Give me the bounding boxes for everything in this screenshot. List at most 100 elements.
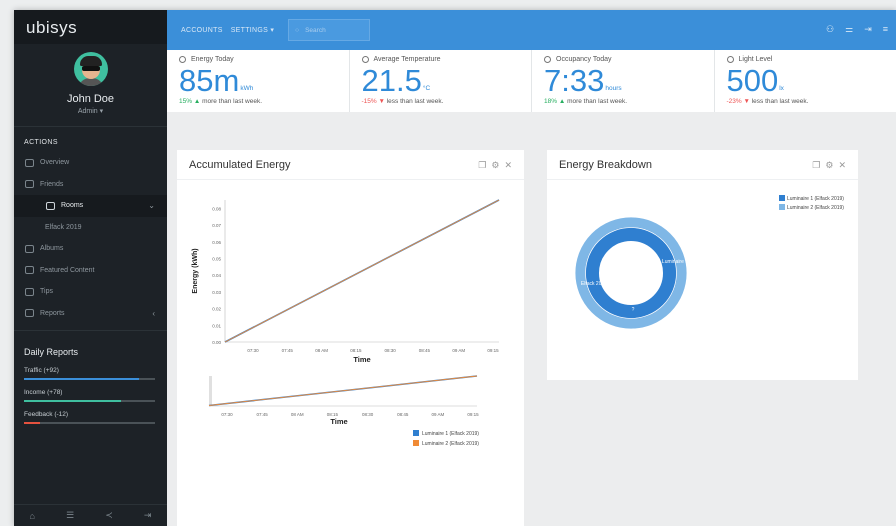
report-progress-fill xyxy=(24,400,121,402)
accumulated-energy-panel: Accumulated Energy ❐ ⚙ ✕ 0.00 0.01 0.02 0.0… xyxy=(177,150,524,526)
y-tick-label: 0.07 xyxy=(212,223,221,228)
donut-ring-2 xyxy=(585,227,677,319)
stat-title: Energy Today xyxy=(191,56,234,63)
daily-reports-heading: Daily Reports xyxy=(14,330,167,367)
y-tick-label: 0.00 xyxy=(212,340,221,345)
stat-value: 7:33 xyxy=(544,63,605,98)
report-progress-track xyxy=(24,378,155,380)
report-item[interactable]: Income (+78) xyxy=(14,389,167,402)
search-input[interactable]: ○ Search xyxy=(288,19,371,41)
logout-icon[interactable]: ⇥ xyxy=(144,510,152,521)
close-icon[interactable]: ✕ xyxy=(504,160,512,171)
report-progress-fill xyxy=(24,422,40,424)
stat-value: 85m xyxy=(179,63,240,98)
stat-comparison: more than last week. xyxy=(567,98,628,105)
logout-icon[interactable]: ⇥ xyxy=(864,24,872,35)
sidebar-item-label: Reports xyxy=(40,309,65,317)
overview-x-tick-label: 08:30 xyxy=(362,412,374,417)
series-line-2 xyxy=(224,199,500,343)
brand-logo[interactable]: ubisys xyxy=(14,10,167,44)
sidebar-item-reports[interactable]: Reports ‹ xyxy=(14,303,167,325)
report-label: Income (+78) xyxy=(24,389,63,396)
actions-heading: ACTIONS xyxy=(14,126,167,152)
stat-comparison: more than last week. xyxy=(202,98,263,105)
y-tick-label: 0.04 xyxy=(212,273,221,278)
sidebar-item-label: Albums xyxy=(40,245,64,253)
overview-x-tick-label: 09 AM xyxy=(431,412,444,417)
album-icon xyxy=(25,244,34,253)
stat-unit: lx xyxy=(779,85,784,92)
sidebar-item-rooms[interactable]: Rooms ⌄ xyxy=(14,195,167,217)
share-icon[interactable]: ≺ xyxy=(105,510,113,521)
settings-dropdown[interactable]: SETTINGS ▾ xyxy=(231,26,274,34)
x-tick-label: 08:30 xyxy=(385,348,397,353)
y-axis-label: Energy (kWh) xyxy=(192,248,199,293)
report-progress-track xyxy=(24,422,155,424)
lifebuoy-icon xyxy=(25,287,34,296)
gear-icon[interactable]: ⚙ xyxy=(491,160,499,171)
slice-label: Luminaire 1 xyxy=(662,259,688,265)
energy-chart[interactable]: 0.00 0.01 0.02 0.03 0.04 0.05 0.06 0.07 0.08 07:3… xyxy=(177,180,524,526)
stat-change: -15% xyxy=(361,98,377,105)
stat-value: 21.5 xyxy=(361,63,422,98)
y-tick-label: 0.06 xyxy=(212,240,221,245)
search-icon xyxy=(726,56,734,63)
y-tick-label: 0.03 xyxy=(212,290,221,295)
sidebar-item-friends[interactable]: Friends xyxy=(14,174,167,196)
stat-card: Energy Today 85m kWh 15% ▲ more than last w… xyxy=(167,50,350,112)
legend-label: Luminaire 1 (Elfack 2019) xyxy=(787,196,844,202)
stat-title: Light Level xyxy=(738,56,773,63)
user-role-dropdown[interactable]: Admin ▾ xyxy=(14,107,167,115)
legend-swatch xyxy=(413,430,419,436)
overview-x-tick-label: 08 AM xyxy=(291,412,304,417)
sidebar-item-elfack-2019[interactable]: Elfack 2019 xyxy=(14,217,167,239)
x-tick-label: 08 AM xyxy=(315,348,328,353)
copy-icon[interactable]: ❐ xyxy=(812,160,820,171)
sliders-icon[interactable]: ⚌ xyxy=(845,24,853,35)
home-icon[interactable]: ⌂ xyxy=(30,511,35,521)
sidebar-item-label: Rooms xyxy=(61,202,84,210)
arrow-up-icon: ▲ xyxy=(557,98,568,105)
stat-change: 18% xyxy=(544,98,558,105)
overview-handle xyxy=(209,376,212,406)
user-profile: John Doe Admin ▾ xyxy=(14,44,167,126)
y-tick-label: 0.05 xyxy=(212,256,221,261)
sliders-icon[interactable]: ☰ xyxy=(66,510,74,521)
stat-comparison: less than last week. xyxy=(386,98,444,105)
sidebar: ubisys John Doe Admin ▾ ACTIONS Overview… xyxy=(14,10,167,526)
legend-label: Luminaire 1 (Elfack 2019) xyxy=(422,431,479,437)
report-item[interactable]: Traffic (+92) xyxy=(14,367,167,380)
grid-icon xyxy=(46,201,55,210)
user-icon[interactable]: ⚇ xyxy=(826,24,834,35)
stat-title: Average Temperature xyxy=(373,56,441,63)
breakdown-chart[interactable]: Luminaire 1 Elfack 2019? Luminaire 1 (Elfa… xyxy=(547,180,858,380)
sidebar-item-overview[interactable]: Overview xyxy=(14,152,167,174)
top-navbar: ACCOUNTS SETTINGS ▾ ○ Search ⚇ ⚌ ⇥ ≡ xyxy=(167,10,896,50)
panel-title: Accumulated Energy xyxy=(189,158,291,171)
gear-icon[interactable]: ⚙ xyxy=(825,160,833,171)
menu-icon[interactable]: ≡ xyxy=(883,24,888,35)
sidebar-item-label: Tips xyxy=(40,288,53,296)
arrow-down-icon: ▼ xyxy=(741,98,752,105)
sidebar-item-label: Overview xyxy=(40,159,70,167)
chevron-down-icon: ⌄ xyxy=(148,201,155,211)
sidebar-item-tips[interactable]: Tips xyxy=(14,281,167,303)
report-progress-fill xyxy=(24,378,140,380)
stat-value: 500 xyxy=(726,63,779,98)
overview-x-tick-label: 09:15 xyxy=(467,412,479,417)
chevron-left-icon: ‹ xyxy=(152,308,155,318)
sidebar-footer: ⌂ ☰ ≺ ⇥ xyxy=(14,504,167,526)
overview-series-line-2 xyxy=(208,375,478,406)
accounts-link[interactable]: ACCOUNTS xyxy=(181,27,223,34)
stat-card: Light Level 500 lx -23% ▼ less than last we… xyxy=(715,50,896,112)
stat-card: Average Temperature 21.5 °C -15% ▼ less tha… xyxy=(350,50,532,112)
report-progress-track xyxy=(24,400,155,402)
sidebar-item-albums[interactable]: Albums xyxy=(14,238,167,260)
user-name[interactable]: John Doe xyxy=(14,93,167,105)
close-icon[interactable]: ✕ xyxy=(838,160,846,171)
sidebar-item-featured-content[interactable]: Featured Content xyxy=(14,260,167,282)
report-label: Traffic (+92) xyxy=(24,367,59,374)
copy-icon[interactable]: ❐ xyxy=(478,160,486,171)
report-item[interactable]: Feedback (-12) xyxy=(14,411,167,424)
avatar[interactable] xyxy=(73,52,108,86)
